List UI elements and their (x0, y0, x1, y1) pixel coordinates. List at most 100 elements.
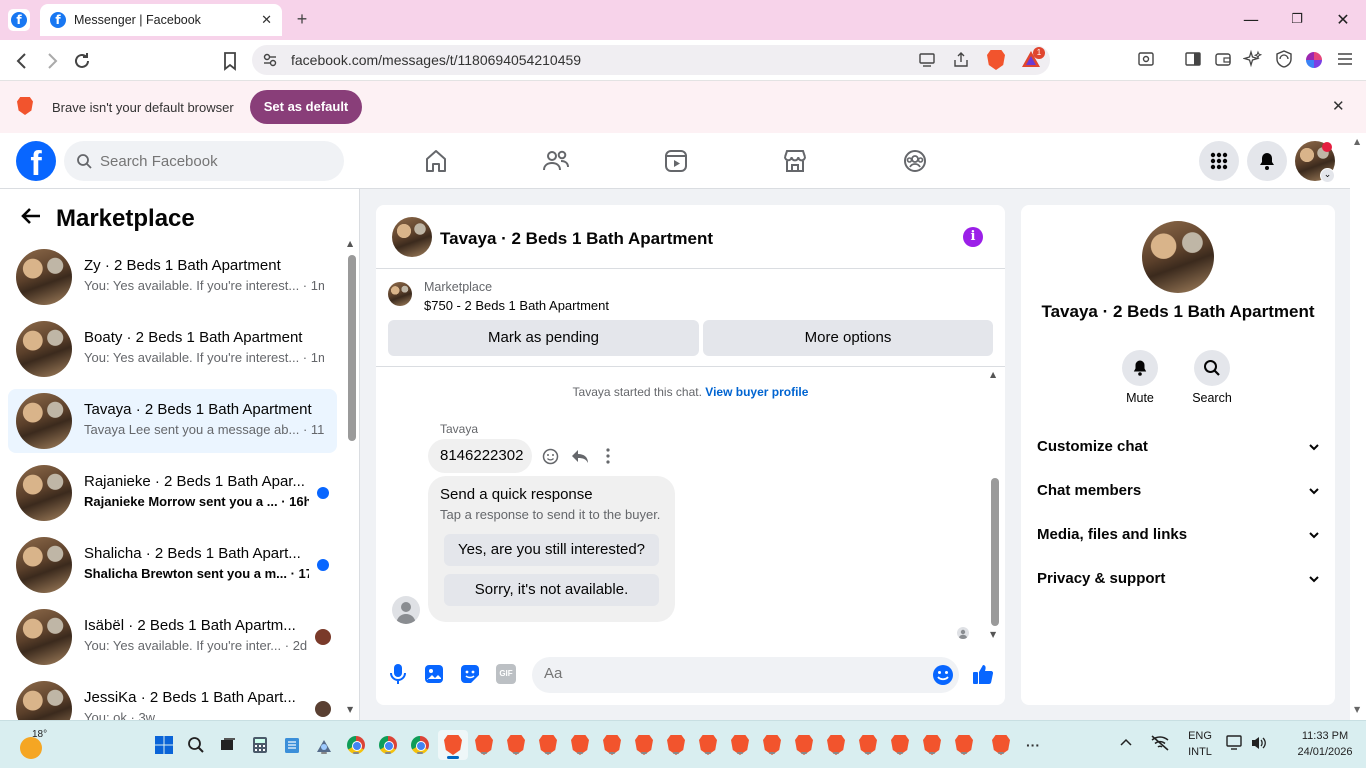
brave-app[interactable] (472, 733, 496, 757)
wifi-off-icon[interactable] (1150, 734, 1170, 755)
chat-scroll-thumb[interactable] (991, 478, 999, 626)
menu-grid-button[interactable] (1199, 141, 1239, 181)
sidebar-scrollbar[interactable]: ▲ ▼ (346, 239, 358, 717)
brave-rewards-icon[interactable]: 1 (1020, 47, 1045, 71)
home-nav-icon[interactable] (416, 145, 456, 177)
chrome-app[interactable] (344, 733, 368, 757)
chat-scrollbar[interactable]: ▲ ▼ (989, 370, 1001, 642)
mark-as-pending-button[interactable]: Mark as pending (388, 320, 699, 356)
emoji-icon[interactable] (932, 664, 954, 689)
brave-app[interactable] (728, 733, 752, 757)
brave-app[interactable] (536, 733, 560, 757)
thumbs-up-icon[interactable] (972, 663, 994, 688)
more-options-button[interactable]: More options (703, 320, 993, 356)
info-avatar[interactable] (1142, 221, 1214, 293)
clock-date[interactable]: 24/01/2026 (1290, 746, 1360, 758)
chrome-app[interactable] (376, 733, 400, 757)
privacy-support-row[interactable]: Privacy & support (1037, 561, 1319, 597)
gif-icon[interactable]: GIF (496, 664, 516, 684)
sender-avatar[interactable] (392, 596, 420, 624)
conversation-info-icon[interactable]: i (963, 227, 983, 247)
facebook-logo[interactable]: f (16, 141, 56, 181)
address-bar[interactable]: facebook.com/messages/t/1180694054210459… (252, 45, 1050, 75)
close-window-button[interactable]: ✕ (1331, 8, 1355, 32)
friends-nav-icon[interactable] (536, 145, 576, 177)
forward-icon[interactable] (40, 49, 64, 73)
chrome-app[interactable] (408, 733, 432, 757)
brave-app[interactable] (632, 733, 656, 757)
notepad-app[interactable] (280, 733, 304, 757)
conversation-item[interactable]: Boaty · 2 Beds 1 Bath Apartment You: Yes… (8, 317, 337, 381)
clock-time[interactable]: 11:33 PM (1290, 730, 1360, 742)
groups-nav-icon[interactable] (895, 145, 935, 177)
reader-mode-icon[interactable] (1134, 49, 1158, 73)
install-app-icon[interactable] (918, 51, 936, 72)
reload-icon[interactable] (70, 49, 94, 73)
mute-button[interactable] (1122, 350, 1158, 386)
site-settings-icon[interactable] (262, 52, 278, 71)
browser-tab[interactable]: f Messenger | Facebook ✕ (40, 4, 282, 36)
chat-title[interactable]: Tavaya · 2 Beds 1 Bath Apartment (440, 229, 713, 249)
brave-app[interactable] (824, 733, 848, 757)
conversation-item-active[interactable]: Tavaya · 2 Beds 1 Bath Apartment Tavaya … (8, 389, 337, 453)
vpn-shield-icon[interactable] (1272, 49, 1296, 73)
chat-members-row[interactable]: Chat members (1037, 473, 1319, 509)
network-app[interactable] (312, 733, 336, 757)
brave-app[interactable] (760, 733, 784, 757)
conversation-item[interactable]: Isäbël · 2 Beds 1 Bath Apartm... You: Ye… (8, 605, 337, 669)
share-icon[interactable] (952, 51, 970, 72)
back-arrow-icon[interactable] (20, 205, 42, 230)
brave-app[interactable] (792, 733, 816, 757)
keyboard-layout[interactable]: INTL (1186, 746, 1214, 758)
search-button[interactable] (184, 733, 208, 757)
close-tab-icon[interactable]: ✕ (261, 13, 272, 28)
brave-app[interactable] (568, 733, 592, 757)
quick-reply-not-available-button[interactable]: Sorry, it's not available. (444, 574, 659, 606)
language-code[interactable]: ENG (1186, 730, 1214, 742)
search-input[interactable] (100, 152, 320, 170)
microphone-icon[interactable] (388, 663, 408, 688)
conversation-item[interactable]: JessiKa · 2 Beds 1 Bath Apart... You: ok… (8, 677, 337, 720)
brave-app[interactable] (888, 733, 912, 757)
message-input[interactable] (544, 665, 904, 682)
conversation-item[interactable]: Rajanieke · 2 Beds 1 Bath Apar... Rajani… (8, 461, 337, 525)
new-tab-button[interactable]: + (292, 8, 312, 32)
reply-icon[interactable] (571, 448, 589, 468)
brave-app[interactable] (696, 733, 720, 757)
listing-thumbnail[interactable] (388, 282, 412, 306)
back-icon[interactable] (10, 49, 34, 73)
leo-ai-icon[interactable] (1241, 49, 1265, 73)
account-chevron-icon[interactable]: ⌄ (1320, 168, 1335, 183)
conversation-item[interactable]: Shalicha · 2 Beds 1 Bath Apart... Shalic… (8, 533, 337, 597)
brave-app[interactable] (856, 733, 880, 757)
start-button[interactable] (152, 733, 176, 757)
photo-attach-icon[interactable] (424, 664, 444, 687)
weather-widget[interactable]: 18° (20, 729, 47, 759)
search-in-conversation-button[interactable] (1194, 350, 1230, 386)
page-scrollbar[interactable]: ▲ ▼ (1350, 133, 1366, 720)
brave-app[interactable] (504, 733, 528, 757)
customize-chat-row[interactable]: Customize chat (1037, 429, 1319, 465)
video-nav-icon[interactable] (656, 145, 696, 177)
brave-app[interactable] (952, 733, 976, 757)
brave-app-active[interactable] (438, 730, 468, 760)
wallet-icon[interactable] (1211, 49, 1235, 73)
calculator-app[interactable] (248, 733, 272, 757)
marketplace-nav-icon[interactable] (775, 145, 815, 177)
sidebar-scroll-thumb[interactable] (348, 255, 356, 441)
chat-avatar[interactable] (392, 217, 432, 257)
view-buyer-profile-link[interactable]: View buyer profile (705, 385, 808, 399)
conversation-item[interactable]: Zy · 2 Beds 1 Bath Apartment You: Yes av… (8, 245, 337, 309)
brave-app[interactable] (920, 733, 944, 757)
listing-title[interactable]: $750 - 2 Beds 1 Bath Apartment (424, 298, 609, 313)
media-files-links-row[interactable]: Media, files and links (1037, 517, 1319, 553)
brave-shields-icon[interactable] (987, 50, 1005, 70)
close-infobar-icon[interactable]: ✕ (1332, 97, 1345, 115)
set-as-default-button[interactable]: Set as default (250, 90, 362, 124)
tab-menu-button[interactable]: f (8, 9, 30, 31)
sidebar-toggle-icon[interactable] (1181, 49, 1205, 73)
menu-icon[interactable] (1333, 49, 1357, 73)
bookmark-icon[interactable] (218, 49, 242, 73)
message-composer[interactable] (532, 657, 959, 693)
brave-app[interactable] (989, 733, 1013, 757)
